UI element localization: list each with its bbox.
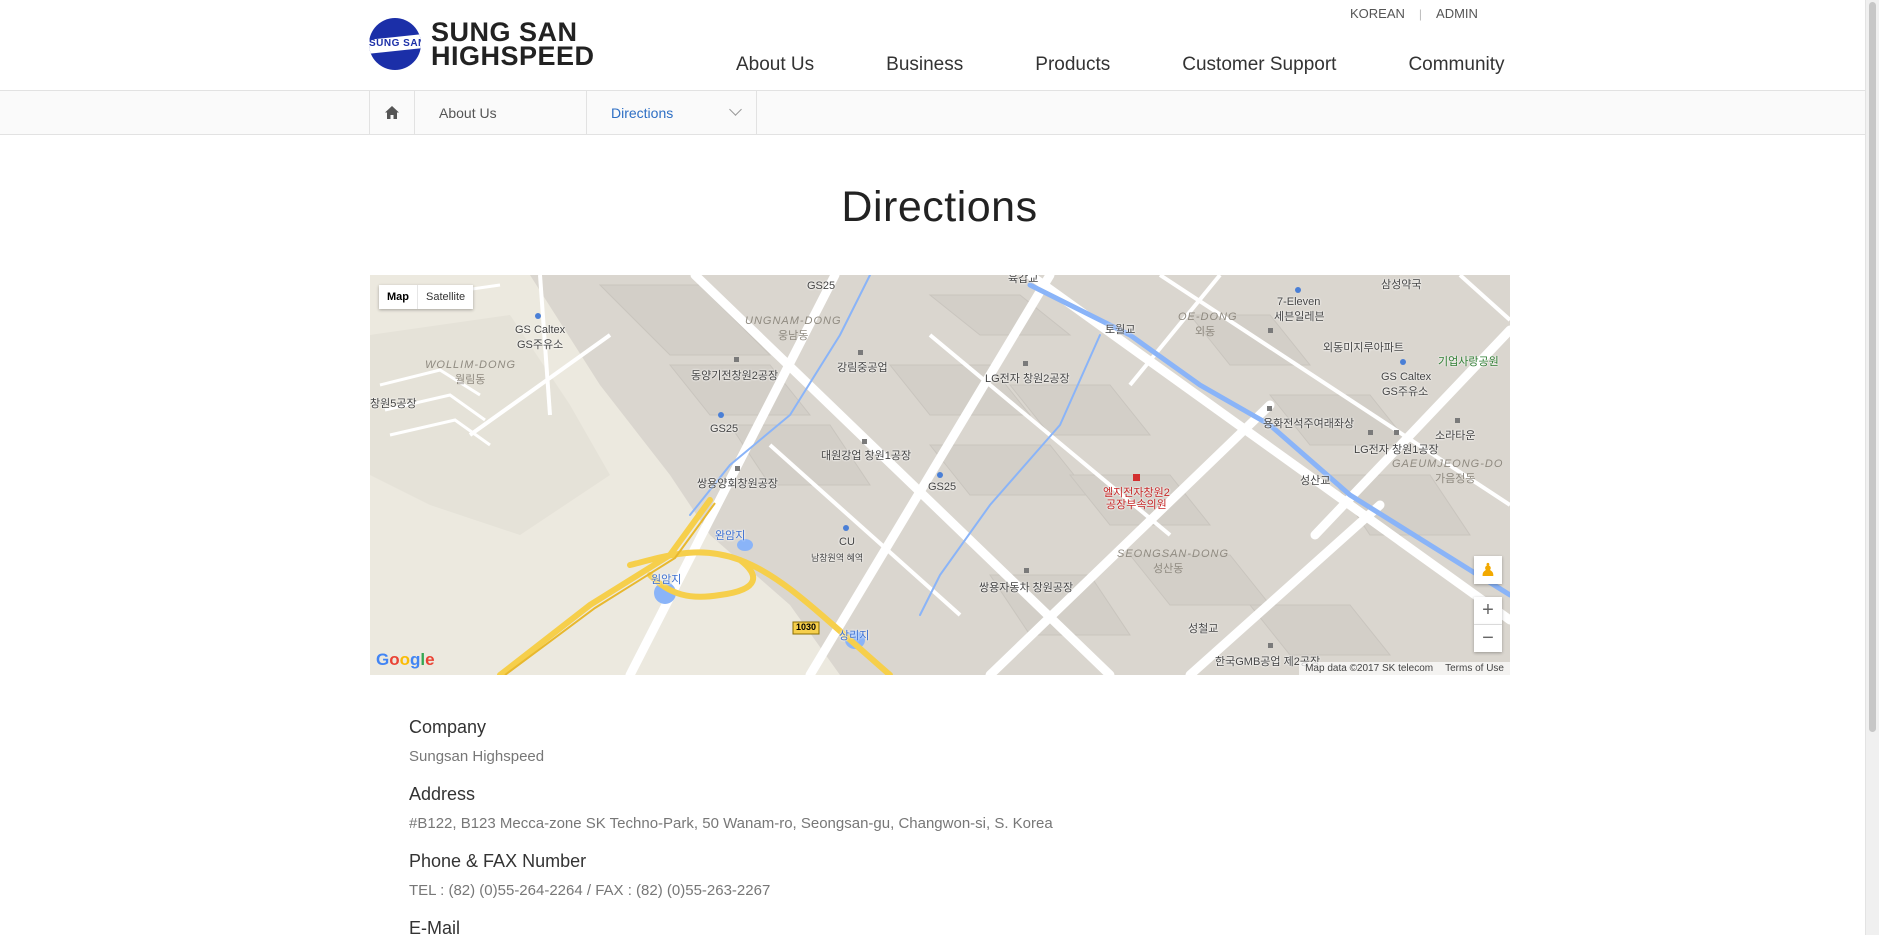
map-type-map-button[interactable]: Map (379, 285, 418, 309)
map-label-seven-eleven: 7-Eleven (1277, 296, 1321, 308)
company-info: Company Sungsan Highspeed Address #B122,… (409, 717, 1053, 949)
map-type-satellite-button[interactable]: Satellite (418, 285, 473, 309)
utility-separator: | (1418, 6, 1423, 21)
home-icon (385, 106, 399, 119)
map-label-ssangyong-yanghoe: 쌍용양회창원공장 (697, 478, 778, 490)
map-attribution: Map data ©2017 SK telecom Terms of Use (1299, 662, 1510, 675)
map-label-seongsangyo: 성산교 (1300, 475, 1331, 487)
address-value: #B122, B123 Mecca-zone SK Techno-Park, 5… (409, 815, 1053, 832)
map-label-gs-juyuso-right: GS주유소 (1382, 386, 1429, 398)
breadcrumb-directions-label: Directions (611, 104, 674, 121)
street-view-pegman-icon[interactable]: ♟ (1474, 556, 1502, 584)
map-label-daewon: 대원강업 창원1공장 (821, 450, 912, 462)
map-area-gaeumjeong: GAEUMJEONG-DO (1392, 458, 1504, 470)
map-data-credit: Map data ©2017 SK telecom (1305, 663, 1434, 674)
map-label-sorataun: 소라타운 (1435, 430, 1476, 442)
map-label-yonghwa: 용화전석주여래좌상 (1263, 418, 1355, 430)
nav-customer-support[interactable]: Customer Support (1182, 54, 1336, 76)
scrollbar-thumb[interactable] (1869, 2, 1876, 732)
map-label-toweolgyo: 토월교 (1105, 324, 1136, 336)
main-nav: About Us Business Products Customer Supp… (736, 54, 1505, 76)
map-label-gs25-right: GS25 (928, 481, 957, 493)
phone-fax-value: TEL : (82) (0)55-264-2264 / FAX : (82) (… (409, 882, 771, 899)
map-label-gs-juyuso-left: GS주유소 (517, 339, 564, 351)
google-map[interactable]: UNGNAM-DONG 웅남동 WOLLIM-DONG 월림동 OE-DONG … (370, 275, 1510, 675)
nav-business[interactable]: Business (886, 54, 963, 76)
utility-links: KOREAN | ADMIN (1350, 6, 1478, 21)
nav-community[interactable]: Community (1408, 54, 1504, 76)
map-label-dongyang: 동양기전창원2공장 (691, 370, 779, 382)
map-label-gs25-top: GS25 (807, 280, 836, 292)
map-label-gangrim: 강림중공업 (837, 362, 888, 374)
map-area-gaeumjeong-ko: 가음정동 (1435, 473, 1476, 485)
map-route-1030: 1030 (796, 622, 817, 632)
map-label-gs-caltex-right: GS Caltex (1381, 371, 1432, 383)
site-header: SUNG SAN SUNG SAN HIGHSPEED KOREAN | ADM… (0, 0, 1866, 91)
map-area-wollim-ko: 월림동 (455, 374, 486, 386)
zoom-out-button[interactable]: − (1474, 625, 1502, 652)
map-label-kiup-park: 기업사랑공원 (1438, 356, 1499, 368)
map-label-samsung-pharm: 삼성약국 (1381, 279, 1422, 291)
map-label-factory5: 창원5공장 (370, 398, 417, 410)
map-label-gs25-mid: GS25 (710, 423, 739, 435)
map-label-oedong-apt: 외동미지루아파트 (1323, 342, 1404, 354)
address-heading: Address (409, 784, 476, 804)
logo-emblem-text: SUNG SAN (369, 38, 421, 49)
logo-emblem: SUNG SAN (369, 18, 421, 70)
map-area-seongsan: SEONGSAN-DONG (1117, 548, 1230, 560)
admin-link[interactable]: ADMIN (1436, 6, 1478, 21)
map-label-ssangyong-car: 쌍용자동차 창원공장 (979, 582, 1074, 594)
map-label-wonamji: 원암지 (651, 574, 682, 586)
breadcrumb-home[interactable] (369, 91, 414, 134)
page-title: Directions (841, 183, 1038, 231)
map-label-top-bridge: 육갑교 (1008, 275, 1039, 285)
map-area-ungnam-ko: 웅남동 (778, 330, 809, 342)
map-area-oe-ko: 외동 (1195, 326, 1216, 338)
map-label-lg-inno-2: 공장부속의원 (1106, 499, 1167, 511)
phone-fax-heading: Phone & FAX Number (409, 851, 587, 871)
map-label-lg1: LG전자 창원1공장 (1354, 444, 1439, 456)
email-heading: E-Mail (409, 918, 461, 938)
map-label-seven-eleven-ko: 세븐일레븐 (1274, 311, 1325, 323)
nav-about-us[interactable]: About Us (736, 54, 814, 76)
map-label-wanamji: 완암지 (715, 530, 746, 542)
map-area-wollim: WOLLIM-DONG (425, 359, 517, 371)
map-label-cu: CU (839, 536, 855, 548)
google-logo[interactable]: Google (376, 650, 435, 670)
map-type-control: Map Satellite (379, 285, 474, 309)
breadcrumb-directions-dropdown[interactable]: Directions (586, 91, 757, 134)
nav-products[interactable]: Products (1035, 54, 1110, 76)
breadcrumb: About Us Directions (0, 91, 1866, 135)
map-area-oe: OE-DONG (1178, 311, 1238, 323)
map-area-ungnam: UNGNAM-DONG (745, 315, 842, 327)
map-label-sangriji: 상리지 (839, 630, 870, 642)
breadcrumb-about-us[interactable]: About Us (414, 91, 586, 134)
site-logo[interactable]: SUNG SAN SUNG SAN HIGHSPEED (369, 18, 595, 70)
logo-line-2: HIGHSPEED (431, 41, 595, 71)
chevron-down-icon (729, 103, 742, 116)
map-area-seongsan-ko: 성산동 (1153, 563, 1184, 575)
map-label-lg2: LG전자 창원2공장 (985, 373, 1070, 385)
map-label-gs-caltex-left: GS Caltex (515, 324, 566, 336)
zoom-in-button[interactable]: + (1474, 597, 1502, 625)
korean-link[interactable]: KOREAN (1350, 6, 1405, 21)
company-heading: Company (409, 717, 487, 737)
map-label-seongcheolgyo: 성철교 (1188, 623, 1219, 635)
terms-of-use-link[interactable]: Terms of Use (1445, 663, 1504, 674)
map-label-namchang: 남창원역 혜역 (811, 553, 864, 563)
page-scrollbar[interactable] (1865, 0, 1879, 935)
logo-wordmark: SUNG SAN HIGHSPEED (431, 19, 595, 71)
company-value: Sungsan Highspeed (409, 748, 545, 765)
